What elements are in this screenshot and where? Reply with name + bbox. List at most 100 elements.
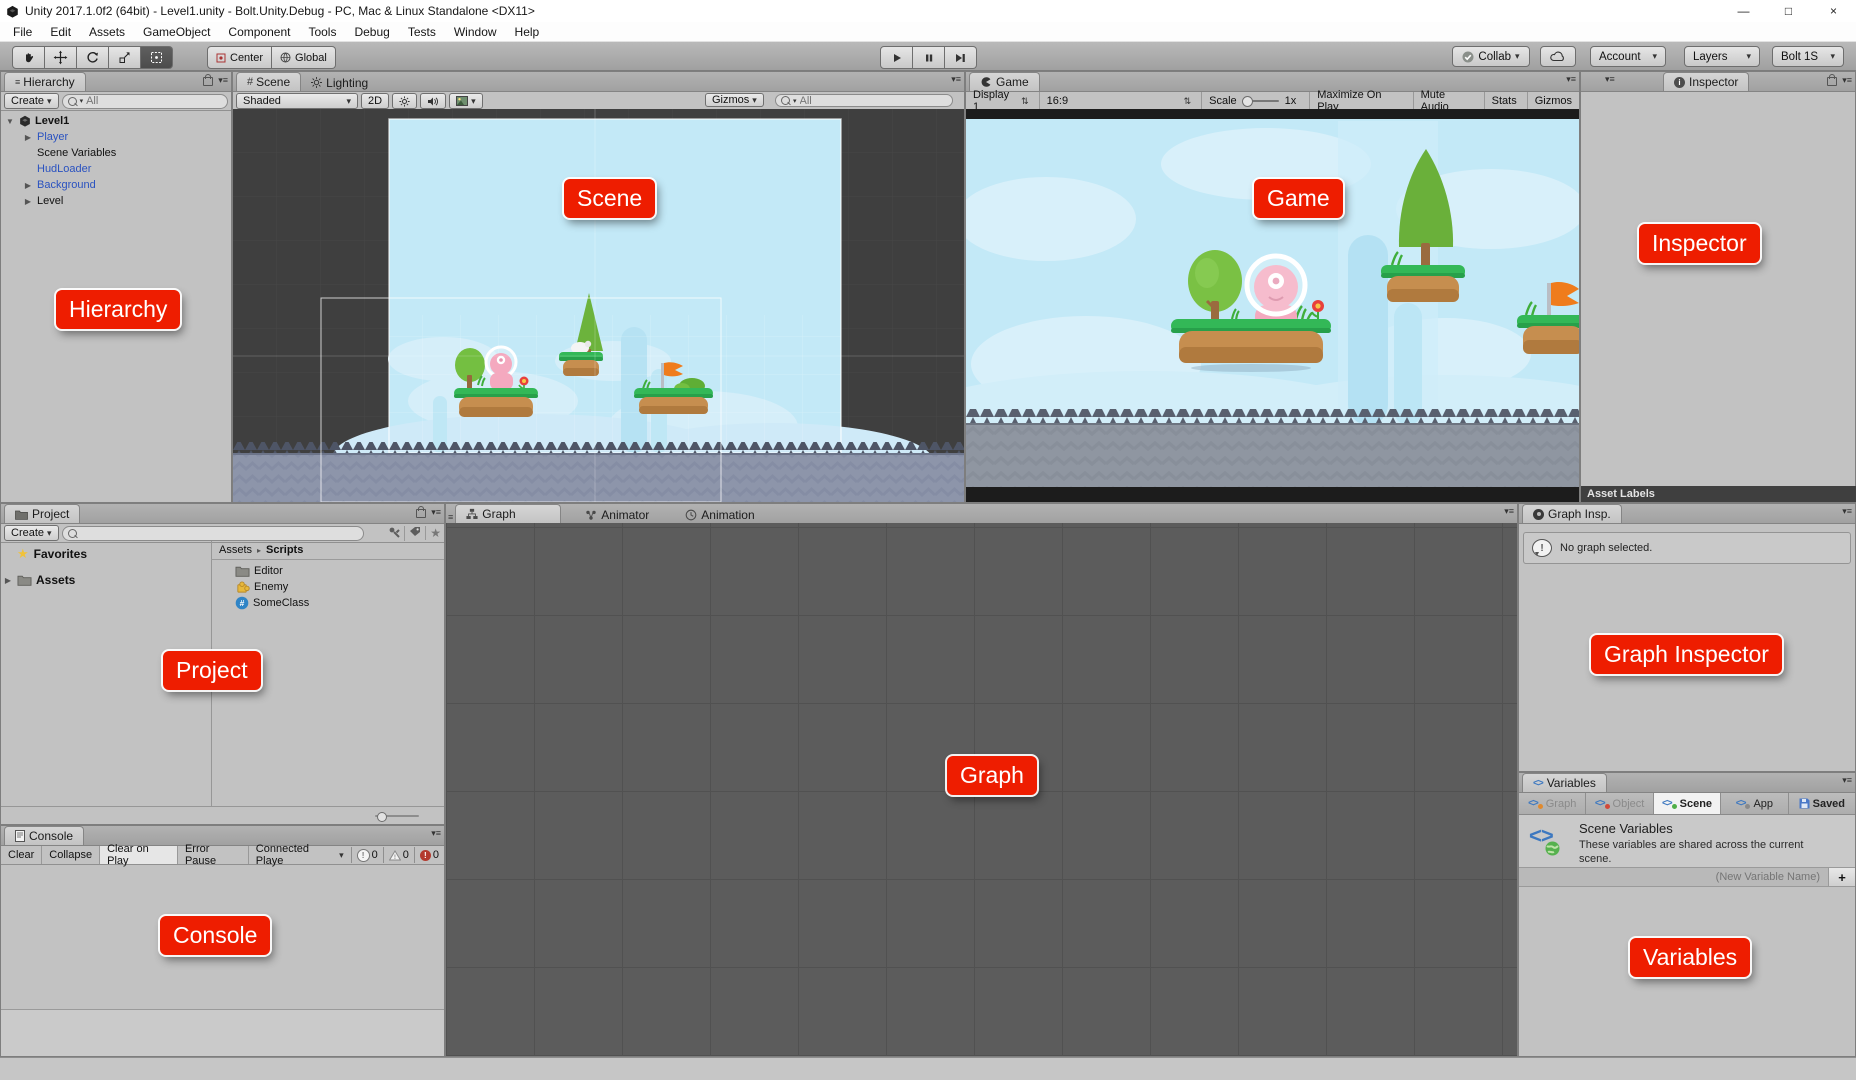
lock-icon[interactable] (203, 77, 213, 86)
console-info-filter[interactable]: ! 0 (351, 847, 383, 863)
step-button[interactable] (945, 46, 977, 69)
2d-toggle[interactable]: 2D (361, 93, 389, 109)
game-gizmos-dropdown[interactable]: Gizmos (1527, 92, 1579, 110)
variables-tab-saved[interactable]: Saved (1789, 793, 1855, 814)
pane-menu-icon[interactable]: ▾≡ (431, 507, 440, 518)
layers-dropdown[interactable]: Layers▾ (1684, 46, 1760, 67)
hierarchy-item-player[interactable]: ▶ Player (1, 129, 231, 145)
play-button[interactable] (880, 46, 913, 69)
move-tool-icon[interactable] (45, 46, 77, 69)
tab-console[interactable]: Console (4, 826, 84, 845)
hierarchy-search-field[interactable]: ▾ (62, 94, 228, 109)
tab-inspector[interactable]: i Inspector (1663, 72, 1749, 91)
maximize-on-play-toggle[interactable]: Maximize On Play (1309, 92, 1409, 110)
new-variable-input[interactable] (1525, 870, 1822, 884)
tab-graph-inspector[interactable]: Graph Insp. (1522, 504, 1622, 523)
pane-menu-icon[interactable]: ▾≡ (1842, 775, 1851, 786)
maximize-icon[interactable]: □ (1766, 0, 1811, 22)
file-enemy[interactable]: Enemy (235, 579, 444, 595)
console-warning-filter[interactable]: ! 0 (383, 847, 414, 863)
cloud-button[interactable] (1540, 46, 1576, 67)
breadcrumb-assets[interactable]: Assets (219, 544, 252, 556)
menu-debug[interactable]: Debug (345, 22, 398, 42)
pane-menu-icon[interactable]: ▾≡ (1842, 75, 1851, 86)
console-collapse-toggle[interactable]: Collapse (41, 846, 99, 864)
menu-window[interactable]: Window (445, 22, 506, 42)
display-dropdown[interactable]: Display 1⇅ (966, 92, 1036, 110)
variables-tab-scene[interactable]: <> Scene (1654, 793, 1721, 814)
aspect-dropdown[interactable]: 16:9⇅ (1039, 92, 1198, 110)
hierarchy-item-level[interactable]: ▶ Level (1, 193, 231, 209)
search-by-label-icon[interactable] (404, 526, 422, 541)
console-connected-player-dropdown[interactable]: Connected Playe▾ (248, 846, 351, 864)
menu-file[interactable]: File (4, 22, 41, 42)
menu-gameobject[interactable]: GameObject (134, 22, 219, 42)
project-search-input[interactable] (80, 527, 358, 539)
file-someclass[interactable]: # SomeClass (235, 595, 444, 611)
file-editor[interactable]: Editor (235, 563, 444, 579)
tab-project[interactable]: Project (4, 504, 80, 523)
menu-component[interactable]: Component (219, 22, 299, 42)
hand-tool-icon[interactable] (12, 46, 45, 69)
console-error-pause-toggle[interactable]: Error Pause (177, 846, 248, 864)
favorite-search-icon[interactable]: ★ (425, 526, 441, 540)
pane-menu-icon[interactable]: ▾≡ (1504, 506, 1513, 517)
scale-slider-knob[interactable] (1242, 96, 1253, 107)
hierarchy-item-background[interactable]: ▶ Background (1, 177, 231, 193)
foldout-right-icon[interactable]: ▶ (23, 197, 33, 206)
project-search-field[interactable] (62, 526, 364, 541)
space-button[interactable]: Global (272, 46, 336, 69)
variables-tab-object[interactable]: <> Object (1586, 793, 1653, 814)
menu-assets[interactable]: Assets (80, 22, 134, 42)
pane-menu-icon[interactable]: ▾≡ (218, 75, 227, 86)
foldout-right-icon[interactable]: ▶ (3, 576, 13, 585)
console-clear-button[interactable]: Clear (1, 846, 41, 864)
scene-search-input[interactable] (800, 95, 947, 107)
scene-lighting-toggle[interactable] (392, 93, 417, 109)
draw-mode-dropdown[interactable]: Shaded▾ (236, 93, 358, 109)
hierarchy-item-scene-variables[interactable]: Scene Variables (1, 145, 231, 161)
tab-animation[interactable]: Animation (675, 506, 764, 523)
lock-icon[interactable] (416, 509, 426, 518)
project-assets-item[interactable]: ▶ Assets (1, 572, 211, 588)
scale-slider[interactable]: Scale 1x (1201, 92, 1303, 110)
hierarchy-create-button[interactable]: Create▾ (4, 93, 59, 109)
hierarchy-search-input[interactable] (86, 95, 222, 107)
scene-search-field[interactable]: ▾ (775, 94, 953, 107)
tab-graph[interactable]: Graph (455, 504, 561, 523)
pane-menu-icon[interactable]: ▾≡ (1842, 506, 1851, 517)
scale-slider-track[interactable] (1243, 100, 1279, 102)
asset-zoom-slider[interactable] (375, 815, 419, 817)
project-create-button[interactable]: Create▾ (4, 525, 59, 541)
breadcrumb-scripts[interactable]: Scripts (266, 544, 303, 556)
console-clear-on-play-toggle[interactable]: Clear on Play (99, 846, 177, 864)
pause-button[interactable] (913, 46, 945, 69)
pane-menu-icon[interactable]: ▾≡ (431, 828, 440, 839)
foldout-right-icon[interactable]: ▶ (23, 133, 33, 142)
scale-tool-icon[interactable] (109, 46, 141, 69)
scene-viewport[interactable] (233, 109, 964, 502)
minimize-icon[interactable]: — (1721, 0, 1766, 22)
asset-labels-bar[interactable]: Asset Labels (1581, 486, 1856, 502)
tab-scene[interactable]: # Scene (236, 72, 301, 91)
menu-help[interactable]: Help (506, 22, 549, 42)
menu-tests[interactable]: Tests (399, 22, 445, 42)
new-variable-field[interactable] (1519, 868, 1829, 886)
pane-menu-icon[interactable]: ▾≡ (951, 74, 960, 85)
hierarchy-item-hudloader[interactable]: HudLoader (1, 161, 231, 177)
add-variable-button[interactable]: + (1829, 868, 1855, 886)
pivot-button[interactable]: Center (207, 46, 272, 69)
hierarchy-root-row[interactable]: ▼ Level1 (1, 113, 231, 129)
tab-animator[interactable]: Animator (575, 506, 659, 523)
close-icon[interactable]: × (1811, 0, 1856, 22)
collab-button[interactable]: Collab▾ (1452, 46, 1530, 67)
lock-icon[interactable] (1827, 77, 1837, 86)
foldout-down-icon[interactable]: ▼ (5, 117, 15, 126)
scene-audio-toggle[interactable] (420, 93, 446, 109)
variables-tab-app[interactable]: <> App (1721, 793, 1788, 814)
tab-hierarchy[interactable]: ≡ Hierarchy (4, 72, 86, 91)
variables-tab-graph[interactable]: <> Graph (1519, 793, 1586, 814)
layout-dropdown[interactable]: Bolt 1S▾ (1772, 46, 1844, 67)
rect-tool-icon[interactable] (141, 46, 173, 69)
foldout-right-icon[interactable]: ▶ (23, 181, 33, 190)
